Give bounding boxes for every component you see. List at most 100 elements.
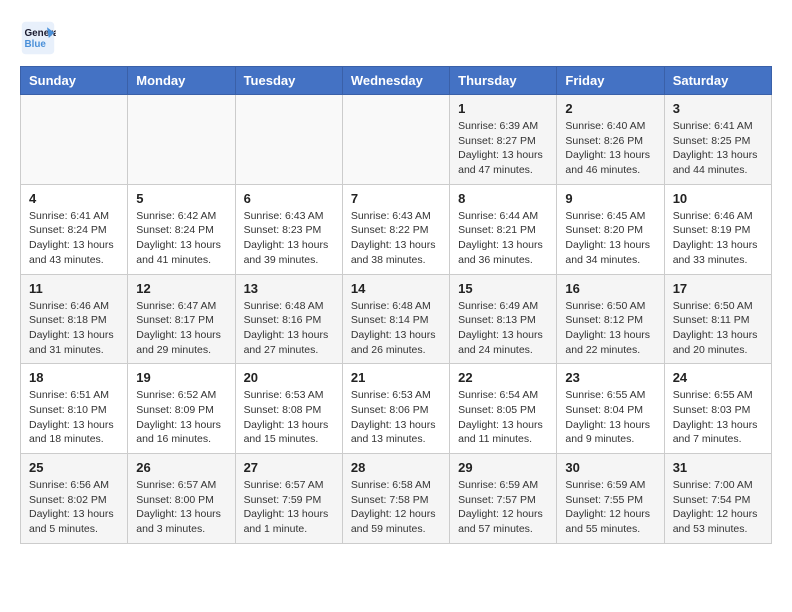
day-number: 19 bbox=[136, 370, 226, 385]
calendar-cell: 17 Sunrise: 6:50 AM Sunset: 8:11 PM Dayli… bbox=[664, 274, 771, 364]
day-number: 17 bbox=[673, 281, 763, 296]
day-info: Sunrise: 6:57 AM Sunset: 7:59 PM Dayligh… bbox=[244, 478, 334, 537]
day-number: 13 bbox=[244, 281, 334, 296]
calendar-cell: 28 Sunrise: 6:58 AM Sunset: 7:58 PM Dayli… bbox=[342, 454, 449, 544]
header: General Blue bbox=[20, 20, 772, 56]
day-number: 21 bbox=[351, 370, 441, 385]
day-info: Sunrise: 6:43 AM Sunset: 8:23 PM Dayligh… bbox=[244, 209, 334, 268]
day-number: 29 bbox=[458, 460, 548, 475]
day-info: Sunrise: 7:00 AM Sunset: 7:54 PM Dayligh… bbox=[673, 478, 763, 537]
day-number: 28 bbox=[351, 460, 441, 475]
day-info: Sunrise: 6:48 AM Sunset: 8:16 PM Dayligh… bbox=[244, 299, 334, 358]
calendar-cell: 6 Sunrise: 6:43 AM Sunset: 8:23 PM Daylig… bbox=[235, 184, 342, 274]
calendar-cell: 22Sunrise: 6:54 AM Sunset: 8:05 PM Dayli… bbox=[450, 364, 557, 454]
weekday-sunday: Sunday bbox=[21, 67, 128, 95]
day-info: Sunrise: 6:59 AM Sunset: 7:55 PM Dayligh… bbox=[565, 478, 655, 537]
calendar-cell: 12Sunrise: 6:47 AM Sunset: 8:17 PM Dayli… bbox=[128, 274, 235, 364]
day-info: Sunrise: 6:44 AM Sunset: 8:21 PM Dayligh… bbox=[458, 209, 548, 268]
day-info: Sunrise: 6:41 AM Sunset: 8:25 PM Dayligh… bbox=[673, 119, 763, 178]
calendar-cell: 23Sunrise: 6:55 AM Sunset: 8:04 PM Dayli… bbox=[557, 364, 664, 454]
calendar-cell: 9 Sunrise: 6:45 AM Sunset: 8:20 PM Daylig… bbox=[557, 184, 664, 274]
day-info: Sunrise: 6:59 AM Sunset: 7:57 PM Dayligh… bbox=[458, 478, 548, 537]
logo-icon: General Blue bbox=[20, 20, 56, 56]
week-row-2: 4 Sunrise: 6:41 AM Sunset: 8:24 PM Daylig… bbox=[21, 184, 772, 274]
day-number: 22 bbox=[458, 370, 548, 385]
calendar-cell: 25 Sunrise: 6:56 AM Sunset: 8:02 PM Dayli… bbox=[21, 454, 128, 544]
day-number: 3 bbox=[673, 101, 763, 116]
day-info: Sunrise: 6:45 AM Sunset: 8:20 PM Dayligh… bbox=[565, 209, 655, 268]
calendar-cell: 24 Sunrise: 6:55 AM Sunset: 8:03 PM Dayli… bbox=[664, 364, 771, 454]
day-info: Sunrise: 6:46 AM Sunset: 8:18 PM Dayligh… bbox=[29, 299, 119, 358]
weekday-saturday: Saturday bbox=[664, 67, 771, 95]
logo: General Blue bbox=[20, 20, 62, 56]
calendar-cell bbox=[342, 95, 449, 185]
day-number: 24 bbox=[673, 370, 763, 385]
day-number: 11 bbox=[29, 281, 119, 296]
calendar-cell: 16Sunrise: 6:50 AM Sunset: 8:12 PM Dayli… bbox=[557, 274, 664, 364]
day-number: 6 bbox=[244, 191, 334, 206]
day-number: 23 bbox=[565, 370, 655, 385]
day-info: Sunrise: 6:46 AM Sunset: 8:19 PM Dayligh… bbox=[673, 209, 763, 268]
day-info: Sunrise: 6:41 AM Sunset: 8:24 PM Dayligh… bbox=[29, 209, 119, 268]
day-info: Sunrise: 6:50 AM Sunset: 8:11 PM Dayligh… bbox=[673, 299, 763, 358]
calendar-cell: 31 Sunrise: 7:00 AM Sunset: 7:54 PM Dayli… bbox=[664, 454, 771, 544]
day-number: 30 bbox=[565, 460, 655, 475]
calendar-cell: 2 Sunrise: 6:40 AM Sunset: 8:26 PM Daylig… bbox=[557, 95, 664, 185]
weekday-header-row: SundayMondayTuesdayWednesdayThursdayFrid… bbox=[21, 67, 772, 95]
day-info: Sunrise: 6:58 AM Sunset: 7:58 PM Dayligh… bbox=[351, 478, 441, 537]
day-info: Sunrise: 6:48 AM Sunset: 8:14 PM Dayligh… bbox=[351, 299, 441, 358]
day-number: 8 bbox=[458, 191, 548, 206]
calendar-table: SundayMondayTuesdayWednesdayThursdayFrid… bbox=[20, 66, 772, 544]
calendar-cell bbox=[128, 95, 235, 185]
day-number: 31 bbox=[673, 460, 763, 475]
week-row-3: 11 Sunrise: 6:46 AM Sunset: 8:18 PM Dayli… bbox=[21, 274, 772, 364]
weekday-tuesday: Tuesday bbox=[235, 67, 342, 95]
calendar-cell bbox=[21, 95, 128, 185]
calendar-cell: 10 Sunrise: 6:46 AM Sunset: 8:19 PM Dayli… bbox=[664, 184, 771, 274]
day-info: Sunrise: 6:56 AM Sunset: 8:02 PM Dayligh… bbox=[29, 478, 119, 537]
day-info: Sunrise: 6:47 AM Sunset: 8:17 PM Dayligh… bbox=[136, 299, 226, 358]
calendar-cell: 11 Sunrise: 6:46 AM Sunset: 8:18 PM Dayli… bbox=[21, 274, 128, 364]
day-info: Sunrise: 6:55 AM Sunset: 8:03 PM Dayligh… bbox=[673, 388, 763, 447]
calendar-cell: 1 Sunrise: 6:39 AM Sunset: 8:27 PM Daylig… bbox=[450, 95, 557, 185]
day-info: Sunrise: 6:39 AM Sunset: 8:27 PM Dayligh… bbox=[458, 119, 548, 178]
day-info: Sunrise: 6:52 AM Sunset: 8:09 PM Dayligh… bbox=[136, 388, 226, 447]
calendar-cell: 8 Sunrise: 6:44 AM Sunset: 8:21 PM Daylig… bbox=[450, 184, 557, 274]
calendar-cell: 4 Sunrise: 6:41 AM Sunset: 8:24 PM Daylig… bbox=[21, 184, 128, 274]
day-number: 9 bbox=[565, 191, 655, 206]
calendar-cell: 20Sunrise: 6:53 AM Sunset: 8:08 PM Dayli… bbox=[235, 364, 342, 454]
day-info: Sunrise: 6:43 AM Sunset: 8:22 PM Dayligh… bbox=[351, 209, 441, 268]
calendar-cell: 15 Sunrise: 6:49 AM Sunset: 8:13 PM Dayli… bbox=[450, 274, 557, 364]
day-number: 4 bbox=[29, 191, 119, 206]
day-info: Sunrise: 6:51 AM Sunset: 8:10 PM Dayligh… bbox=[29, 388, 119, 447]
day-number: 10 bbox=[673, 191, 763, 206]
weekday-friday: Friday bbox=[557, 67, 664, 95]
calendar-cell: 30 Sunrise: 6:59 AM Sunset: 7:55 PM Dayli… bbox=[557, 454, 664, 544]
calendar-cell: 27 Sunrise: 6:57 AM Sunset: 7:59 PM Dayli… bbox=[235, 454, 342, 544]
svg-text:Blue: Blue bbox=[25, 39, 47, 50]
calendar-cell: 21 Sunrise: 6:53 AM Sunset: 8:06 PM Dayli… bbox=[342, 364, 449, 454]
day-info: Sunrise: 6:49 AM Sunset: 8:13 PM Dayligh… bbox=[458, 299, 548, 358]
weekday-monday: Monday bbox=[128, 67, 235, 95]
day-number: 14 bbox=[351, 281, 441, 296]
day-info: Sunrise: 6:53 AM Sunset: 8:08 PM Dayligh… bbox=[244, 388, 334, 447]
calendar-cell: 29 Sunrise: 6:59 AM Sunset: 7:57 PM Dayli… bbox=[450, 454, 557, 544]
day-info: Sunrise: 6:42 AM Sunset: 8:24 PM Dayligh… bbox=[136, 209, 226, 268]
week-row-5: 25 Sunrise: 6:56 AM Sunset: 8:02 PM Dayli… bbox=[21, 454, 772, 544]
day-number: 18 bbox=[29, 370, 119, 385]
day-number: 1 bbox=[458, 101, 548, 116]
day-number: 16 bbox=[565, 281, 655, 296]
weekday-wednesday: Wednesday bbox=[342, 67, 449, 95]
day-number: 15 bbox=[458, 281, 548, 296]
calendar-cell: 7Sunrise: 6:43 AM Sunset: 8:22 PM Daylig… bbox=[342, 184, 449, 274]
day-number: 2 bbox=[565, 101, 655, 116]
calendar-cell: 18 Sunrise: 6:51 AM Sunset: 8:10 PM Dayli… bbox=[21, 364, 128, 454]
week-row-1: 1 Sunrise: 6:39 AM Sunset: 8:27 PM Daylig… bbox=[21, 95, 772, 185]
day-info: Sunrise: 6:53 AM Sunset: 8:06 PM Dayligh… bbox=[351, 388, 441, 447]
day-info: Sunrise: 6:40 AM Sunset: 8:26 PM Dayligh… bbox=[565, 119, 655, 178]
calendar-cell bbox=[235, 95, 342, 185]
day-number: 5 bbox=[136, 191, 226, 206]
day-number: 26 bbox=[136, 460, 226, 475]
day-number: 25 bbox=[29, 460, 119, 475]
day-number: 27 bbox=[244, 460, 334, 475]
